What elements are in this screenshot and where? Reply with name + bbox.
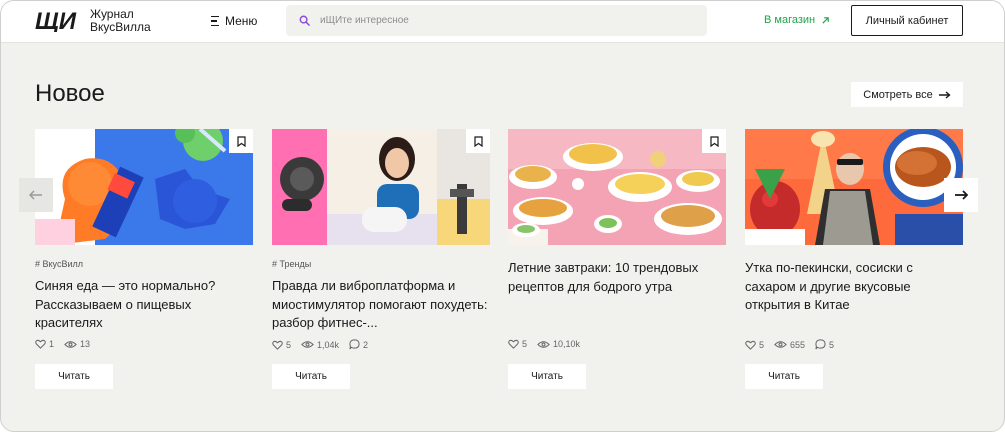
- bookmark-icon: [473, 135, 483, 147]
- logo-mark[interactable]: ЩИ: [35, 8, 85, 32]
- views-count: 13: [80, 339, 91, 349]
- page-frame: ЩИ Журнал ВкусВилла Меню В магазин Личны…: [0, 0, 1005, 432]
- section-title: Новое: [35, 80, 105, 107]
- article-stats: 5 10,10k: [508, 339, 580, 349]
- article-card[interactable]: # Тренды Правда ли виброплатформа и миос…: [272, 129, 490, 389]
- eye-icon: [774, 341, 787, 348]
- article-stats: 5 1,04k 2: [272, 339, 368, 350]
- account-button[interactable]: Личный кабинет: [851, 5, 963, 36]
- article-image[interactable]: [35, 129, 253, 245]
- article-card[interactable]: Летние завтраки: 10 трендовых рецептов д…: [508, 129, 726, 389]
- comment-icon: [815, 339, 826, 350]
- article-stats: 5 655 5: [745, 339, 834, 350]
- shop-link-label: В магазин: [764, 14, 816, 26]
- article-card[interactable]: # ВкусВилл Синяя еда — это нормально? Ра…: [35, 129, 253, 389]
- likes-count: 5: [759, 339, 765, 350]
- menu-button[interactable]: Меню: [211, 12, 257, 30]
- carousel-next-button[interactable]: [944, 178, 978, 212]
- see-all-label: Смотреть все: [863, 88, 933, 101]
- read-button[interactable]: Читать: [272, 364, 350, 389]
- logo-text[interactable]: Журнал ВкусВилла: [90, 8, 170, 34]
- views-stat: 13: [64, 339, 90, 349]
- article-title[interactable]: Правда ли виброплатформа и миостимулятор…: [272, 277, 490, 333]
- logo-line2: ВкусВилла: [90, 20, 151, 34]
- arrow-right-icon: [955, 190, 968, 200]
- article-stats: 1 13: [35, 339, 90, 349]
- likes-stat[interactable]: 5: [272, 340, 291, 350]
- hamburger-icon: [211, 15, 219, 27]
- bookmark-button[interactable]: [229, 129, 253, 153]
- bookmark-button[interactable]: [702, 129, 726, 153]
- likes-stat[interactable]: 1: [35, 339, 54, 349]
- comments-count: 2: [363, 339, 369, 350]
- see-all-button[interactable]: Смотреть все: [851, 82, 963, 107]
- heart-icon: [35, 339, 46, 349]
- read-button[interactable]: Читать: [745, 364, 823, 389]
- comments-stat[interactable]: 2: [349, 339, 368, 350]
- bookmark-button[interactable]: [466, 129, 490, 153]
- search-input[interactable]: [320, 15, 680, 26]
- article-image[interactable]: [272, 129, 490, 245]
- article-image[interactable]: [745, 129, 963, 245]
- article-tag[interactable]: # ВкусВилл: [35, 259, 83, 269]
- article-title[interactable]: Синяя еда — это нормально? Рассказываем …: [35, 277, 253, 333]
- arrow-left-icon: [29, 190, 42, 200]
- eye-icon: [301, 341, 314, 348]
- views-stat: 1,04k: [301, 340, 339, 350]
- article-tag[interactable]: # Тренды: [272, 259, 311, 269]
- views-stat: 10,10k: [537, 339, 580, 349]
- likes-stat[interactable]: 5: [745, 340, 764, 350]
- bookmark-icon: [236, 135, 246, 147]
- read-button[interactable]: Читать: [508, 364, 586, 389]
- arrow-up-right-icon: [822, 16, 829, 24]
- likes-count: 1: [49, 339, 55, 349]
- site-header: ЩИ Журнал ВкусВилла Меню В магазин Личны…: [1, 1, 1004, 43]
- search-icon: [299, 15, 310, 26]
- search-bar[interactable]: [286, 5, 707, 36]
- read-button[interactable]: Читать: [35, 364, 113, 389]
- eye-icon: [64, 340, 77, 348]
- article-image-art: [508, 129, 726, 245]
- views-count: 655: [790, 339, 806, 350]
- heart-icon: [508, 339, 519, 349]
- heart-icon: [272, 340, 283, 350]
- menu-label: Меню: [225, 14, 258, 28]
- article-image-art: [35, 129, 253, 245]
- article-title[interactable]: Летние завтраки: 10 трендовых рецептов д…: [508, 259, 726, 296]
- comments-stat[interactable]: 5: [815, 339, 834, 350]
- article-image-art: [272, 129, 490, 245]
- likes-stat[interactable]: 5: [508, 339, 527, 349]
- views-stat: 655: [774, 340, 805, 350]
- views-count: 10,10k: [553, 339, 581, 349]
- article-card[interactable]: Утка по-пекински, сосиски с сахаром и др…: [745, 129, 963, 389]
- likes-count: 5: [522, 339, 528, 349]
- article-image[interactable]: [508, 129, 726, 245]
- comments-count: 5: [829, 339, 835, 350]
- arrow-right-icon: [938, 90, 951, 99]
- article-image-art: [745, 129, 963, 245]
- bookmark-icon: [709, 135, 719, 147]
- article-title[interactable]: Утка по-пекински, сосиски с сахаром и др…: [745, 259, 963, 315]
- heart-icon: [745, 340, 756, 350]
- likes-count: 5: [286, 339, 292, 350]
- shop-link[interactable]: В магазин: [764, 14, 830, 26]
- views-count: 1,04k: [317, 339, 340, 350]
- comment-icon: [349, 339, 360, 350]
- carousel-prev-button[interactable]: [19, 178, 53, 212]
- svg-text:ЩИ: ЩИ: [35, 8, 77, 32]
- eye-icon: [537, 340, 550, 348]
